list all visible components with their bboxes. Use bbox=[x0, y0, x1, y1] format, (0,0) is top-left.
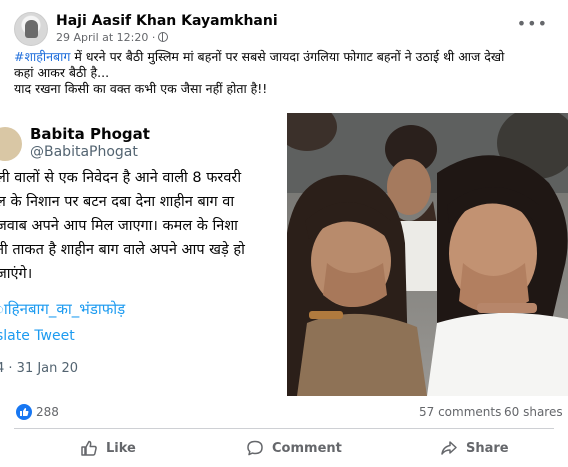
like-button[interactable]: Like bbox=[80, 434, 136, 462]
tweet-line: जवाब अपने आप मिल जाएगा। कमल के निशा bbox=[0, 218, 238, 234]
tweet-line: ल के निशान पर बटन दबा देना शाहीन बाग वा bbox=[0, 194, 235, 210]
post-header: Haji Aasif Khan Kayamkhani 29 April at 1… bbox=[0, 0, 568, 46]
tweet-author-name: Babita Phogat bbox=[30, 125, 150, 143]
translate-tweet-link: slate Tweet bbox=[0, 328, 75, 344]
tweet-line: नी ताकत है शाहीन बाग वाले अपने आप खड़े ह… bbox=[0, 242, 245, 258]
like-label: Like bbox=[106, 440, 136, 456]
tweet-line: ली वालों से एक निवेदन है आने वाली 8 फरवर… bbox=[0, 170, 242, 186]
caption-line-2: कहां आकर बैठी है... bbox=[14, 65, 110, 80]
caption-line-3: याद रखना किसी का वक्त कभी एक जैसा नहीं ह… bbox=[14, 81, 268, 96]
protest-photo-illustration bbox=[287, 113, 568, 396]
thumbs-up-icon bbox=[81, 440, 97, 456]
author-avatar[interactable] bbox=[14, 12, 48, 46]
share-label: Share bbox=[466, 440, 509, 456]
post-actions: Like Comment Share bbox=[0, 432, 568, 464]
tweet-handle: @BabitaPhogat bbox=[30, 144, 138, 160]
tweet-line: जाएंगे। bbox=[0, 266, 33, 282]
comment-label: Comment bbox=[272, 440, 342, 456]
comments-count[interactable]: 57 comments bbox=[419, 405, 501, 419]
protest-photo bbox=[287, 113, 568, 396]
globe-icon bbox=[158, 32, 169, 42]
comment-icon bbox=[247, 440, 263, 456]
divider bbox=[14, 428, 554, 429]
tweet-screenshot: Babita Phogat @BabitaPhogat ली वालों से … bbox=[0, 113, 287, 396]
tweet-text: ली वालों से एक निवेदन है आने वाली 8 फरवर… bbox=[0, 166, 287, 286]
share-button[interactable]: Share bbox=[440, 434, 509, 462]
tweet-hashtag: ाहिनबाग_का_भंडाफोड़ bbox=[0, 300, 126, 318]
timestamp-text[interactable]: 29 April at 12:20 · bbox=[56, 31, 155, 44]
hashtag-link[interactable]: #शाहीनबाग bbox=[14, 49, 70, 64]
more-options-icon[interactable]: ••• bbox=[517, 14, 548, 33]
author-name[interactable]: Haji Aasif Khan Kayamkhani bbox=[56, 13, 278, 29]
share-icon bbox=[441, 441, 457, 455]
comment-button[interactable]: Comment bbox=[246, 434, 342, 462]
post-stats: 288 57 comments 60 shares bbox=[0, 400, 568, 426]
post-timestamp[interactable]: 29 April at 12:20 · bbox=[56, 31, 169, 44]
post-caption: #शाहीनबाग में धरने पर बैठी मुस्लिम मां ब… bbox=[14, 49, 564, 97]
tweet-date: 4 · 31 Jan 20 bbox=[0, 361, 79, 376]
caption-line-1: में धरने पर बैठी मुस्लिम मां बहनों पर सब… bbox=[70, 49, 505, 64]
reaction-count[interactable]: 288 bbox=[36, 405, 59, 419]
like-reaction-icon[interactable] bbox=[16, 404, 32, 420]
tweet-avatar bbox=[0, 127, 22, 161]
post-image[interactable]: Babita Phogat @BabitaPhogat ली वालों से … bbox=[0, 113, 568, 396]
shares-count[interactable]: 60 shares bbox=[504, 405, 563, 419]
